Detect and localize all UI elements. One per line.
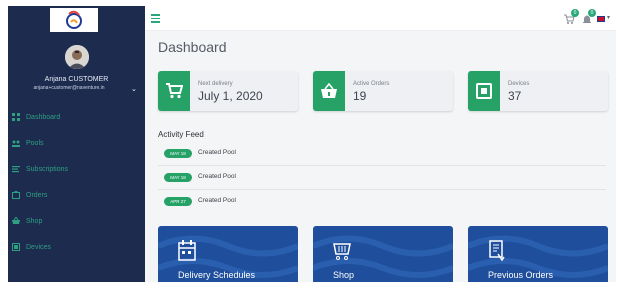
stat-label: Next delivery: [198, 81, 233, 87]
subscriptions-icon: [12, 166, 20, 173]
feed-item: MAY 18 Created Pool: [158, 142, 606, 166]
action-label: Previous Orders: [488, 270, 554, 280]
uk-flag-icon[interactable]: [597, 16, 605, 22]
activity-feed-title: Activity Feed: [158, 130, 204, 139]
stat-value: 37: [508, 89, 522, 103]
stat-label: Devices: [508, 81, 530, 87]
pools-icon: [12, 140, 20, 147]
stat-card-next-delivery[interactable]: Next delivery July 1, 2020: [158, 71, 298, 111]
shop-card[interactable]: Shop: [313, 226, 453, 282]
cart-icon: [158, 71, 190, 111]
shop-icon: [12, 217, 20, 224]
sidebar-item-label: Dashboard: [26, 113, 61, 121]
devices-icon: [12, 243, 20, 251]
sidebar-item-shop[interactable]: Shop: [8, 208, 145, 234]
avatar[interactable]: [65, 45, 89, 69]
user-email: anjana+customer@naventure.in: [33, 85, 105, 91]
previous-orders-card[interactable]: Previous Orders: [468, 226, 608, 282]
dashboard-icon: [12, 113, 20, 121]
shop-cart-icon: [333, 243, 351, 260]
sidebar-item-devices[interactable]: Devices: [8, 234, 145, 260]
date-badge: MAY 18: [164, 173, 192, 182]
receipt-icon: [489, 240, 505, 262]
feed-item: MAY 18 Created Pool: [158, 166, 606, 190]
chevron-down-icon[interactable]: ⌄: [131, 85, 137, 93]
avatar-icon: [65, 45, 89, 69]
sidebar-item-label: Pools: [26, 139, 44, 147]
stat-value: 19: [353, 89, 367, 103]
sidebar-item-pools[interactable]: Pools: [8, 130, 145, 156]
sidebar-item-dashboard[interactable]: Dashboard: [8, 104, 145, 130]
stat-card-devices[interactable]: Devices 37: [468, 71, 608, 111]
action-label: Delivery Schedules: [178, 270, 256, 280]
logo-icon: [66, 10, 82, 29]
feed-text: Created Pool: [198, 149, 236, 156]
feed-item: APR 27 Created Pool: [158, 190, 606, 214]
device-icon: [468, 71, 500, 111]
delivery-schedules-card[interactable]: Delivery Schedules: [158, 226, 298, 282]
sidebar: Anjana CUSTOMER anjana+customer@naventur…: [8, 6, 145, 282]
stat-value: July 1, 2020: [198, 89, 263, 103]
stat-card-active-orders[interactable]: Active Orders 19: [313, 71, 453, 111]
calendar-icon: [178, 240, 196, 261]
app-window: Anjana CUSTOMER anjana+customer@naventur…: [8, 6, 616, 282]
feed-text: Created Pool: [198, 173, 236, 180]
date-badge: APR 27: [164, 197, 192, 206]
sidebar-item-label: Orders: [26, 191, 48, 199]
sidebar-item-label: Subscriptions: [26, 165, 69, 173]
sidebar-item-subscriptions[interactable]: Subscriptions: [8, 156, 145, 182]
logo[interactable]: [50, 8, 98, 32]
sidebar-item-label: Shop: [26, 217, 43, 225]
action-label: Shop: [333, 270, 355, 280]
date-badge: MAY 18: [164, 149, 192, 158]
feed-text: Created Pool: [198, 197, 236, 204]
cart-badge: 0: [571, 9, 579, 17]
language-caret-icon[interactable]: ▾: [607, 14, 610, 21]
stat-label: Active Orders: [353, 81, 390, 87]
notifications-badge: 0: [588, 9, 596, 17]
orders-icon: [12, 191, 20, 199]
basket-icon: [313, 71, 345, 111]
menu-toggle-icon[interactable]: [151, 14, 160, 23]
topbar: 0 0 ▾: [145, 6, 616, 31]
user-name: Anjana CUSTOMER: [44, 76, 109, 83]
page-title: Dashboard: [158, 39, 227, 55]
sidebar-nav: Dashboard Pools Subscriptions Orders Sho…: [8, 104, 145, 260]
sidebar-item-label: Devices: [26, 243, 51, 251]
sidebar-item-orders[interactable]: Orders: [8, 182, 145, 208]
